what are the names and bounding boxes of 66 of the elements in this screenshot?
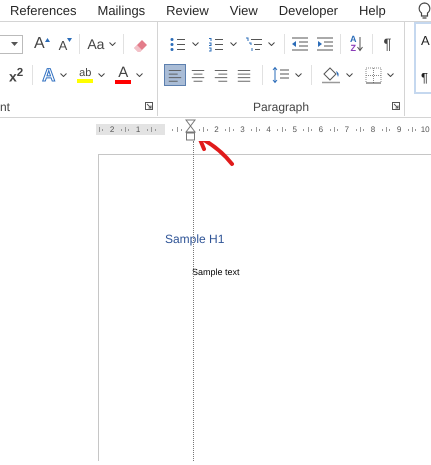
menu-tab[interactable]: Developer (276, 0, 340, 20)
caret-icon (295, 73, 302, 77)
shrink-font-button[interactable]: A (56, 33, 76, 55)
highlight-color-bar (77, 79, 94, 83)
ruler-number: 1 (136, 124, 140, 135)
indent-marker-icon[interactable] (185, 119, 196, 141)
menu-tab[interactable]: Mailings (95, 0, 148, 20)
down-triangle-icon (67, 38, 72, 42)
caret-icon (136, 73, 144, 77)
styles-gallery[interactable]: A ¶ (414, 22, 431, 94)
superscript-button[interactable]: x$^{2}$ (6, 64, 26, 86)
ruler-number: 2 (110, 124, 114, 135)
menu-tab[interactable]: References (8, 0, 78, 20)
font-color-button[interactable]: A (112, 64, 146, 86)
line-spacing-icon (272, 66, 290, 84)
text-effects-button[interactable]: A (39, 64, 70, 86)
body-text: Sample text (192, 267, 240, 277)
caret-icon (387, 73, 394, 77)
borders-icon (365, 66, 382, 84)
align-right-icon (213, 67, 229, 83)
ruler-number: 7 (344, 124, 350, 135)
grow-font-button[interactable]: A (31, 33, 53, 55)
up-triangle-icon (44, 38, 50, 42)
group-label: nt (0, 100, 10, 114)
caret-icon (98, 73, 106, 77)
group-label: Paragraph (252, 100, 310, 114)
align-left-icon (167, 67, 183, 83)
menu-tab[interactable]: Help (357, 0, 388, 20)
font-color-bar (115, 80, 132, 84)
font-size-field[interactable] (0, 34, 23, 54)
decrease-indent-icon[interactable] (291, 36, 309, 52)
ruler-number: 5 (292, 124, 297, 135)
menu-tab[interactable]: Review (164, 0, 211, 20)
dialog-launcher-icon[interactable] (392, 102, 400, 110)
caret-icon (60, 73, 68, 77)
show-marks-button[interactable]: ¶ (380, 33, 395, 55)
change-case-button[interactable]: Aa (84, 33, 120, 55)
ruler-margin (96, 124, 165, 135)
ruler-number: 9 (396, 124, 402, 135)
multilevel-list-icon (245, 36, 263, 52)
caret-icon (109, 42, 116, 46)
caret-icon (268, 42, 275, 46)
ruler-number: 8 (370, 124, 376, 135)
caret-icon (192, 42, 199, 46)
paint-bucket-icon (321, 66, 341, 84)
ruler-number: 2 (214, 124, 219, 135)
ruler-number: 6 (318, 124, 324, 135)
numbered-list-icon (207, 36, 225, 52)
down-arrow-icon (356, 36, 362, 52)
increase-indent-icon[interactable] (316, 36, 334, 52)
highlight-button[interactable]: ab (74, 64, 108, 86)
sort-button[interactable]: A Z (347, 33, 366, 55)
menu-tab[interactable]: View (228, 0, 260, 20)
dialog-launcher-icon[interactable] (145, 102, 153, 110)
caret-icon (11, 42, 18, 46)
align-left-button[interactable] (164, 64, 186, 86)
ruler-number: 3 (240, 124, 245, 135)
ruler-number: 10 (420, 124, 430, 135)
caret-icon (230, 42, 237, 46)
align-justify-icon (236, 67, 252, 83)
bullet-list-icon (169, 36, 187, 52)
caret-icon (346, 73, 353, 77)
heading-text: Sample H1 (165, 232, 224, 246)
lightbulb-icon[interactable] (418, 2, 431, 20)
ruler-number: 4 (266, 124, 271, 135)
align-center-icon (190, 67, 206, 83)
